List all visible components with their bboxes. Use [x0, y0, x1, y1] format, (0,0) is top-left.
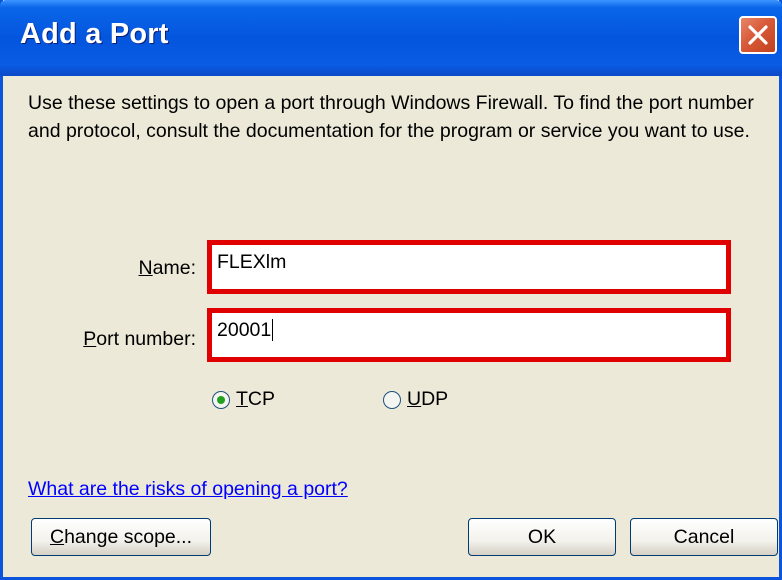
ok-button[interactable]: OK [468, 518, 616, 556]
description-text: Use these settings to open a port throug… [28, 92, 754, 142]
name-field-value: FLEXlm [217, 251, 287, 273]
radio-unselected-icon [383, 390, 401, 409]
risks-help-link[interactable]: What are the risks of opening a port? [28, 478, 348, 501]
udp-radio[interactable]: UDP [383, 388, 448, 411]
port-number-value: 20001 [217, 319, 272, 341]
tcp-radio[interactable]: TCP [212, 388, 275, 411]
name-field[interactable]: FLEXlm [207, 240, 731, 294]
port-number-label: Port number: [83, 328, 196, 350]
close-icon [748, 25, 768, 45]
title-bar[interactable]: Add a Port [0, 0, 782, 76]
cancel-button[interactable]: Cancel [630, 518, 778, 556]
tcp-label: TCP [236, 388, 276, 410]
add-port-dialog: Add a Port Use these settings to open a … [0, 0, 782, 580]
close-button[interactable] [739, 16, 777, 54]
port-number-field[interactable]: 20001 [207, 308, 731, 362]
text-caret [272, 319, 274, 341]
change-scope-button[interactable]: Change scope... [31, 518, 211, 556]
radio-selected-icon [212, 390, 230, 409]
dialog-body: Use these settings to open a port throug… [3, 76, 779, 577]
name-label: Name: [138, 257, 196, 279]
udp-label: UDP [407, 388, 449, 410]
window-title: Add a Port [20, 18, 169, 50]
